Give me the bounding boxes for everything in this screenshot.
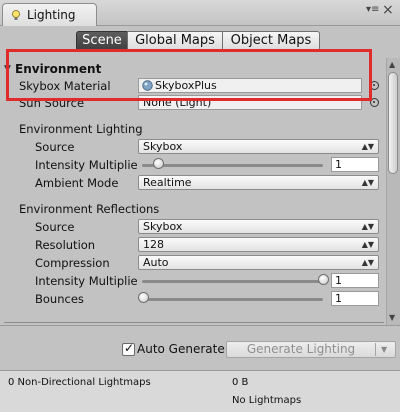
scroll-down-arrow-icon[interactable]: ▼ — [389, 313, 395, 322]
window-title: Lighting — [27, 8, 76, 22]
bounces-label: Bounces — [35, 292, 84, 306]
resolution-value: 128 — [143, 238, 164, 251]
bounces-input[interactable]: 1 — [331, 291, 379, 306]
lightmaps-status: No Lightmaps — [232, 395, 302, 406]
resolution-dropdown[interactable]: 128 ▲▼ — [138, 237, 379, 252]
reflection-source-label: Source — [35, 220, 75, 234]
lighting-intensity-slider-track[interactable] — [142, 164, 323, 167]
lighting-intensity-slider-thumb[interactable] — [153, 158, 164, 169]
lightmaps-size: 0 B — [232, 377, 249, 388]
scroll-up-arrow-icon[interactable]: ▲ — [389, 60, 395, 69]
close-icon[interactable]: × — [382, 2, 394, 18]
auto-generate-checkbox[interactable]: ✓ — [122, 341, 135, 356]
reflection-source-value: Skybox — [143, 220, 183, 233]
lighting-window-tab[interactable]: Lighting — [2, 3, 97, 26]
bounces-slider-track[interactable] — [142, 298, 323, 301]
auto-generate-label[interactable]: Auto Generate — [137, 342, 225, 356]
tab-scene[interactable]: Scene — [76, 31, 128, 51]
lightmaps-count: 0 Non-Directional Lightmaps — [8, 377, 151, 388]
reflection-intensity-input[interactable]: 1 — [331, 273, 379, 288]
generate-lighting-button[interactable]: Generate Lighting ▼ — [226, 341, 396, 358]
resolution-label: Resolution — [35, 238, 96, 252]
environment-reflections-header: Environment Reflections — [19, 202, 160, 216]
compression-label: Compression — [35, 256, 110, 270]
generate-bar: ✓ Auto Generate Generate Lighting ▼ — [0, 325, 400, 370]
generate-lighting-label: Generate Lighting — [246, 342, 356, 356]
reflection-intensity-label: Intensity Multiplie — [35, 274, 138, 288]
ambient-mode-value: Realtime — [143, 176, 192, 189]
button-split-divider — [375, 343, 376, 356]
ambient-mode-dropdown[interactable]: Realtime ▲▼ — [138, 175, 379, 190]
dropdown-arrow-icon: ▲▼ — [361, 142, 374, 151]
scrollbar-thumb[interactable] — [388, 72, 398, 174]
lighting-source-dropdown[interactable]: Skybox ▲▼ — [138, 139, 379, 154]
dropdown-arrow-icon: ▲▼ — [361, 222, 374, 231]
window-menu-icon[interactable]: ▾≡ — [366, 4, 379, 15]
window-title-bar: Lighting ▾≡ × — [0, 0, 400, 26]
lighting-source-value: Skybox — [143, 140, 183, 153]
environment-lighting-header: Environment Lighting — [19, 122, 143, 136]
checkmark-icon: ✓ — [124, 341, 135, 355]
tab-global-maps[interactable]: Global Maps — [127, 31, 223, 51]
reflection-intensity-slider-track[interactable] — [142, 280, 323, 283]
dropdown-arrow-icon: ▲▼ — [361, 178, 374, 187]
highlight-annotation — [6, 49, 372, 101]
dropdown-arrow-icon: ▲▼ — [361, 240, 374, 249]
bounces-slider-thumb[interactable] — [138, 292, 149, 303]
dropdown-arrow-icon: ▲▼ — [361, 258, 374, 267]
reflection-intensity-slider-thumb[interactable] — [318, 274, 329, 285]
reflection-source-dropdown[interactable]: Skybox ▲▼ — [138, 219, 379, 234]
lighting-intensity-label: Intensity Multiplie — [35, 158, 138, 172]
lightmap-stats-panel: 0 Non-Directional Lightmaps 0 B No Light… — [0, 370, 400, 412]
lighting-icon — [12, 10, 20, 20]
ambient-mode-label: Ambient Mode — [35, 176, 119, 190]
lighting-source-label: Source — [35, 140, 75, 154]
compression-value: Auto — [143, 256, 169, 269]
compression-dropdown[interactable]: Auto ▲▼ — [138, 255, 379, 270]
dropdown-arrow-icon[interactable]: ▼ — [381, 342, 387, 357]
lighting-intensity-input[interactable]: 1 — [331, 157, 379, 172]
section-divider — [4, 322, 384, 323]
tab-object-maps[interactable]: Object Maps — [222, 31, 320, 51]
